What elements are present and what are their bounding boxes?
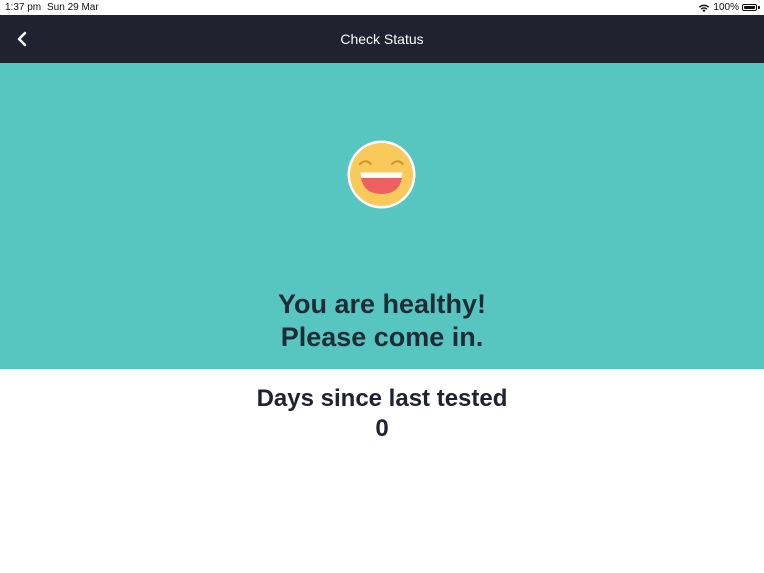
page-title: Check Status [340,31,424,47]
laughing-face-icon [347,140,416,209]
status-indicators: 100% [698,0,760,15]
status-hero: You are healthy! Please come in. [0,63,764,369]
wifi-icon [699,4,710,12]
battery-icon [742,4,760,12]
days-value: 0 [375,415,389,442]
health-message-line-1: You are healthy! [277,289,487,319]
days-since-tested: Days since last tested 0 [0,384,764,444]
status-time: 1:37 pm [5,2,42,13]
health-message-line-2: Please come in. [280,322,484,352]
navigation-bar: Check Status [0,15,764,63]
health-message: You are healthy! Please come in. [0,288,764,354]
status-date: Sun 29 Mar [47,2,99,13]
days-label: Days since last tested [256,385,508,412]
status-bar: 1:37 pm Sun 29 Mar 100% [0,0,764,15]
battery-percentage: 100% [713,2,739,13]
